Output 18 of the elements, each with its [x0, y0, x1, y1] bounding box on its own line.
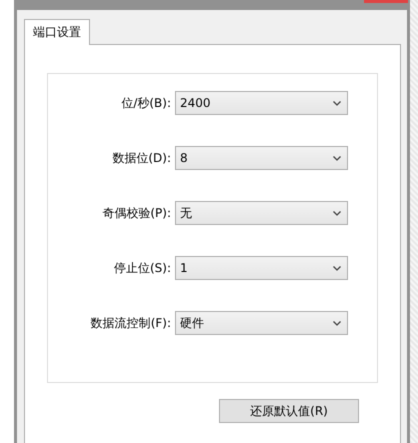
field-label: 停止位(S):: [112, 260, 172, 277]
field-label: 位/秒(B):: [120, 95, 172, 112]
chevron-down-icon: [333, 100, 341, 106]
chevron-down-icon: [333, 320, 341, 326]
dropdown[interactable]: 硬件: [175, 311, 348, 335]
dropdown[interactable]: 1: [175, 256, 348, 280]
close-button[interactable]: [364, 0, 408, 3]
field-label: 数据流控制(F):: [90, 315, 172, 332]
tab[interactable]: 端口设置: [24, 19, 90, 45]
dropdown[interactable]: 8: [175, 146, 348, 170]
field-label: 奇偶校验(P):: [101, 205, 172, 222]
dropdown[interactable]: 2400: [175, 91, 348, 115]
chevron-down-icon: [333, 210, 341, 216]
field-label: 数据位(D):: [111, 150, 172, 167]
restore-defaults-button[interactable]: 还原默认值(R): [219, 399, 359, 423]
chevron-down-icon: [333, 156, 341, 160]
dropdown[interactable]: 无: [175, 201, 348, 225]
chevron-down-icon: [333, 266, 341, 270]
